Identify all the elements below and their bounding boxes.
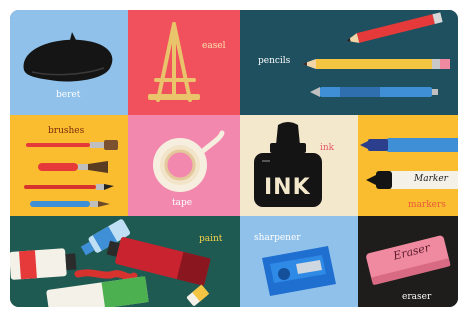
card-tape[interactable]: tape [128,115,240,216]
label-beret: beret [56,90,81,100]
card-sharpener[interactable]: sharpener [240,216,358,307]
card-paint[interactable]: paint [10,216,240,307]
art-supplies-board: beret easel pencils brushes tape INK ink… [10,10,458,307]
label-brushes: brushes [48,126,85,136]
label-paint: paint [199,234,223,244]
card-ink[interactable]: INK ink [240,115,358,216]
label-tape: tape [172,198,193,208]
card-brushes[interactable]: brushes [10,115,128,216]
ink-bottle-text: INK [264,175,311,200]
label-ink: ink [320,143,335,153]
easel-icon [148,22,200,102]
label-pencils: pencils [258,56,291,66]
card-markers[interactable]: Marker markers [358,115,458,216]
card-beret[interactable]: beret [10,10,128,115]
paint-tubes-icon [10,219,211,307]
card-easel[interactable]: easel [128,10,240,115]
label-eraser: eraser [402,292,432,302]
sharpener-icon [262,246,336,296]
card-pencils[interactable]: pencils [240,10,458,115]
label-easel: easel [202,41,226,51]
label-markers: markers [408,200,446,210]
ink-bottle-icon [254,122,322,207]
card-eraser[interactable]: Eraser eraser [358,216,458,307]
label-sharpener: sharpener [254,233,301,243]
marker-brand-text: Marker [414,174,448,184]
